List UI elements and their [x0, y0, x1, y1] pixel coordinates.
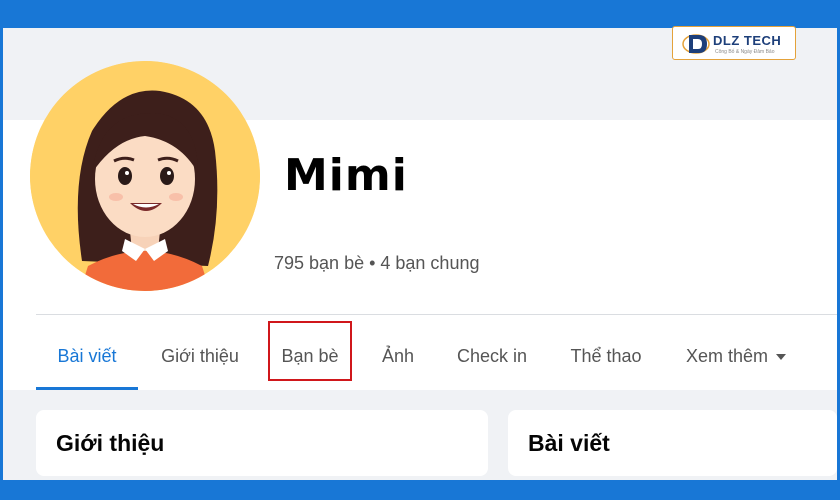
tab-more[interactable]: Xem thêm — [672, 322, 800, 390]
tabs-divider — [36, 314, 837, 315]
tab-label: Xem thêm — [685, 345, 769, 366]
tab-check-in[interactable]: Check in — [446, 322, 538, 390]
posts-card: Bài viết — [508, 410, 837, 476]
highlight-annotation — [268, 321, 352, 381]
bottom-frame-bar — [0, 480, 840, 500]
tab-label: Thể thao — [570, 345, 642, 366]
left-frame-bar — [0, 0, 3, 500]
intro-card: Giới thiệu — [36, 410, 488, 476]
tab-about[interactable]: Giới thiệu — [148, 322, 252, 390]
friends-count[interactable]: 795 bạn bè • 4 bạn chung — [274, 253, 479, 274]
tab-label: Bài viết — [57, 345, 117, 366]
avatar-illustration — [30, 61, 260, 291]
brand-logo-tagline: Công Bố & Ngày Đảm Bảo — [715, 49, 775, 55]
posts-card-title: Bài viết — [528, 430, 610, 456]
intro-card-title: Giới thiệu — [56, 430, 165, 456]
profile-avatar[interactable] — [30, 61, 260, 291]
brand-logo-text: DLZ TECH — [713, 33, 782, 48]
tab-sports[interactable]: Thể thao — [558, 322, 654, 390]
tab-label: Giới thiệu — [161, 345, 239, 366]
caret-down-icon — [776, 354, 787, 360]
tab-posts[interactable]: Bài viết — [36, 322, 138, 390]
brand-logo: DLZ TECH Công Bố & Ngày Đảm Bảo — [672, 26, 796, 60]
tab-label: Ảnh — [381, 345, 415, 366]
tab-photos[interactable]: Ảnh — [370, 322, 426, 390]
top-frame-bar — [0, 0, 840, 28]
tab-label: Check in — [456, 345, 528, 366]
brand-logo-icon — [682, 34, 710, 54]
profile-name: Mimi — [284, 150, 408, 201]
